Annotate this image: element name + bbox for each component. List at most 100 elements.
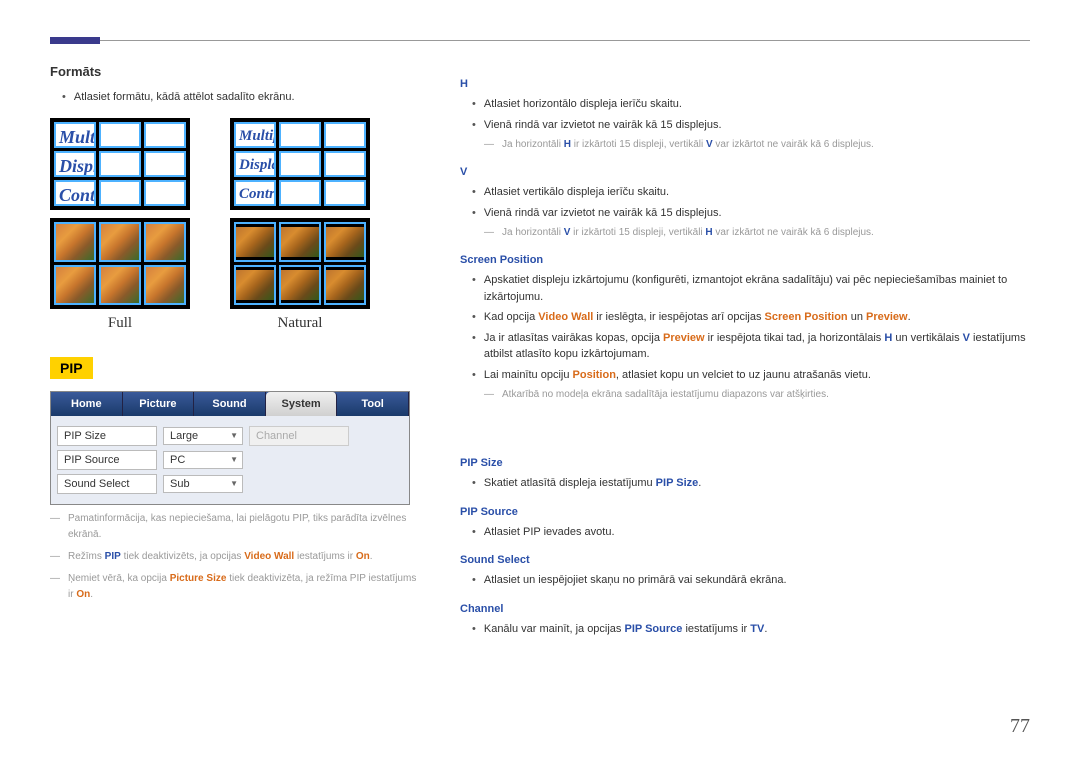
grid-cell: Display xyxy=(54,151,96,177)
flower-cell xyxy=(144,222,186,262)
grid-cell xyxy=(144,122,186,148)
tab-tool[interactable]: Tool xyxy=(337,392,409,416)
sound-select-bullet: Atlasiet un iespējojiet skaņu no primārā… xyxy=(472,572,1030,589)
bullet-text: Vienā rindā var izvietot ne vairāk kā 15… xyxy=(484,205,722,222)
formats-bullet-text: Atlasiet formātu, kādā attēlot sadalīto … xyxy=(74,89,295,106)
sound-select-row: Sound Select Sub xyxy=(57,474,403,494)
v-bullet-2: Vienā rindā var izvietot ne vairāk kā 15… xyxy=(472,205,1030,222)
pip-note-1: Pamatinformācija, kas nepieciešama, lai … xyxy=(50,511,420,543)
flower-cell xyxy=(234,265,276,305)
sp-note: Atkarībā no modeļa ekrāna sadalītāja ies… xyxy=(484,387,1030,402)
pip-source-bullet: Atlasiet PIP ievades avotu. xyxy=(472,524,1030,541)
bullet-text: Kad opcija Video Wall ir ieslēgta, ir ie… xyxy=(484,309,911,326)
formats-bullet: Atlasiet formātu, kādā attēlot sadalīto … xyxy=(62,89,420,106)
sound-select-select[interactable]: Sub xyxy=(163,475,243,493)
flower-cell xyxy=(99,265,141,305)
channel-bullet: Kanālu var mainīt, ja opcijas PIP Source… xyxy=(472,621,1030,638)
full-label: Full xyxy=(50,315,190,332)
grid-cell xyxy=(324,122,366,148)
pip-source-select[interactable]: PC xyxy=(163,451,243,469)
flower-cell xyxy=(279,265,321,305)
flower-cell xyxy=(324,222,366,262)
pip-settings-panel: Home Picture Sound System Tool PIP Size … xyxy=(50,391,410,505)
content-columns: Formāts Atlasiet formātu, kādā attēlot s… xyxy=(50,64,1030,641)
bullet-text: Lai mainītu opciju Position, atlasiet ko… xyxy=(484,367,871,384)
pip-source-row: PIP Source PC xyxy=(57,450,403,470)
flower-cell xyxy=(54,222,96,262)
grid-cell: Display xyxy=(234,151,276,177)
note-text: Ņemiet vērā, ka opcija Picture Size tiek… xyxy=(68,571,420,603)
sound-select-heading: Sound Select xyxy=(460,554,1030,566)
channel-heading: Channel xyxy=(460,603,1030,615)
sp-bullet-1: Apskatiet displeju izkārtojumu (konfigur… xyxy=(472,272,1030,305)
bullet-text: Kanālu var mainīt, ja opcijas PIP Source… xyxy=(484,621,768,638)
natural-label: Natural xyxy=(230,315,370,332)
pip-size-row: PIP Size Large Channel xyxy=(57,426,403,446)
mdc-text: Control xyxy=(59,187,96,204)
flower-cell xyxy=(234,222,276,262)
pip-source-label: PIP Source xyxy=(57,450,157,470)
mdc-text: Multiple xyxy=(239,129,276,143)
mdc-text: Display xyxy=(59,158,96,175)
note-text: Režīms PIP tiek deaktivizēts, ja opcijas… xyxy=(68,549,373,565)
grid-cell xyxy=(279,122,321,148)
bullet-text: Vienā rindā var izvietot ne vairāk kā 15… xyxy=(484,117,722,134)
bullet-text: Atlasiet un iespējojiet skaņu no primārā… xyxy=(484,572,787,589)
channel-disabled-label: Channel xyxy=(249,426,349,446)
tab-picture[interactable]: Picture xyxy=(123,392,195,416)
grid-cell xyxy=(99,122,141,148)
sp-bullet-3: Ja ir atlasītas vairākas kopas, opcija P… xyxy=(472,330,1030,363)
format-full-block: Multiple Display Control xyxy=(50,118,190,332)
pip-note-2: Režīms PIP tiek deaktivizēts, ja opcijas… xyxy=(50,549,420,565)
mdc-text: Control xyxy=(239,187,276,201)
formats-heading: Formāts xyxy=(50,64,420,79)
note-text: Pamatinformācija, kas nepieciešama, lai … xyxy=(68,511,420,543)
right-column: H Atlasiet horizontālo displeja ierīču s… xyxy=(460,64,1030,641)
pip-size-select[interactable]: Large xyxy=(163,427,243,445)
pip-tabs: Home Picture Sound System Tool xyxy=(51,392,409,416)
grid-cell xyxy=(144,180,186,206)
pip-size-label: PIP Size xyxy=(57,426,157,446)
grid-cell: Control xyxy=(234,180,276,206)
grid-cell: Control xyxy=(54,180,96,206)
tab-home[interactable]: Home xyxy=(51,392,123,416)
format-natural-block: Multiple Display Control xyxy=(230,118,370,332)
grid-cell xyxy=(324,180,366,206)
sp-bullet-2: Kad opcija Video Wall ir ieslēgta, ir ie… xyxy=(472,309,1030,326)
grid-cell xyxy=(99,151,141,177)
tab-system[interactable]: System xyxy=(266,392,338,416)
mdc-text: Display xyxy=(239,158,276,172)
flower-cell xyxy=(144,265,186,305)
grid-cell xyxy=(279,151,321,177)
grid-cell: Multiple xyxy=(54,122,96,148)
v-heading: V xyxy=(460,166,1030,178)
sound-select-label: Sound Select xyxy=(57,474,157,494)
header-accent-bar xyxy=(50,37,100,44)
bullet-text: Atlasiet PIP ievades avotu. xyxy=(484,524,615,541)
pip-source-heading: PIP Source xyxy=(460,506,1030,518)
tab-sound[interactable]: Sound xyxy=(194,392,266,416)
h-note: Ja horizontāli H ir izkārtoti 15 displej… xyxy=(484,137,1030,152)
grid-cell xyxy=(144,151,186,177)
bullet-text: Atlasiet horizontālo displeja ierīču ska… xyxy=(484,96,682,113)
natural-mdc-grid: Multiple Display Control xyxy=(230,118,370,210)
flower-cell xyxy=(279,222,321,262)
page-number: 77 xyxy=(1010,715,1030,738)
grid-cell xyxy=(99,180,141,206)
header-rule xyxy=(50,40,1030,41)
note-text: Ja horizontāli V ir izkārtoti 15 displej… xyxy=(502,225,874,240)
h-bullet-2: Vienā rindā var izvietot ne vairāk kā 15… xyxy=(472,117,1030,134)
bullet-text: Atlasiet vertikālo displeja ierīču skait… xyxy=(484,184,669,201)
h-bullet-1: Atlasiet horizontālo displeja ierīču ska… xyxy=(472,96,1030,113)
h-heading: H xyxy=(460,78,1030,90)
bullet-text: Skatiet atlasītā displeja iestatījumu PI… xyxy=(484,475,701,492)
screen-position-heading: Screen Position xyxy=(460,254,1030,266)
grid-cell xyxy=(324,151,366,177)
pip-right-section: PIP Size Skatiet atlasītā displeja iesta… xyxy=(460,457,1030,637)
bullet-text: Apskatiet displeju izkārtojumu (konfigur… xyxy=(484,272,1030,305)
pip-size-heading: PIP Size xyxy=(460,457,1030,469)
sp-bullet-4: Lai mainītu opciju Position, atlasiet ko… xyxy=(472,367,1030,384)
natural-flower-grid xyxy=(230,218,370,309)
left-column: Formāts Atlasiet formātu, kādā attēlot s… xyxy=(50,64,420,641)
v-bullet-1: Atlasiet vertikālo displeja ierīču skait… xyxy=(472,184,1030,201)
